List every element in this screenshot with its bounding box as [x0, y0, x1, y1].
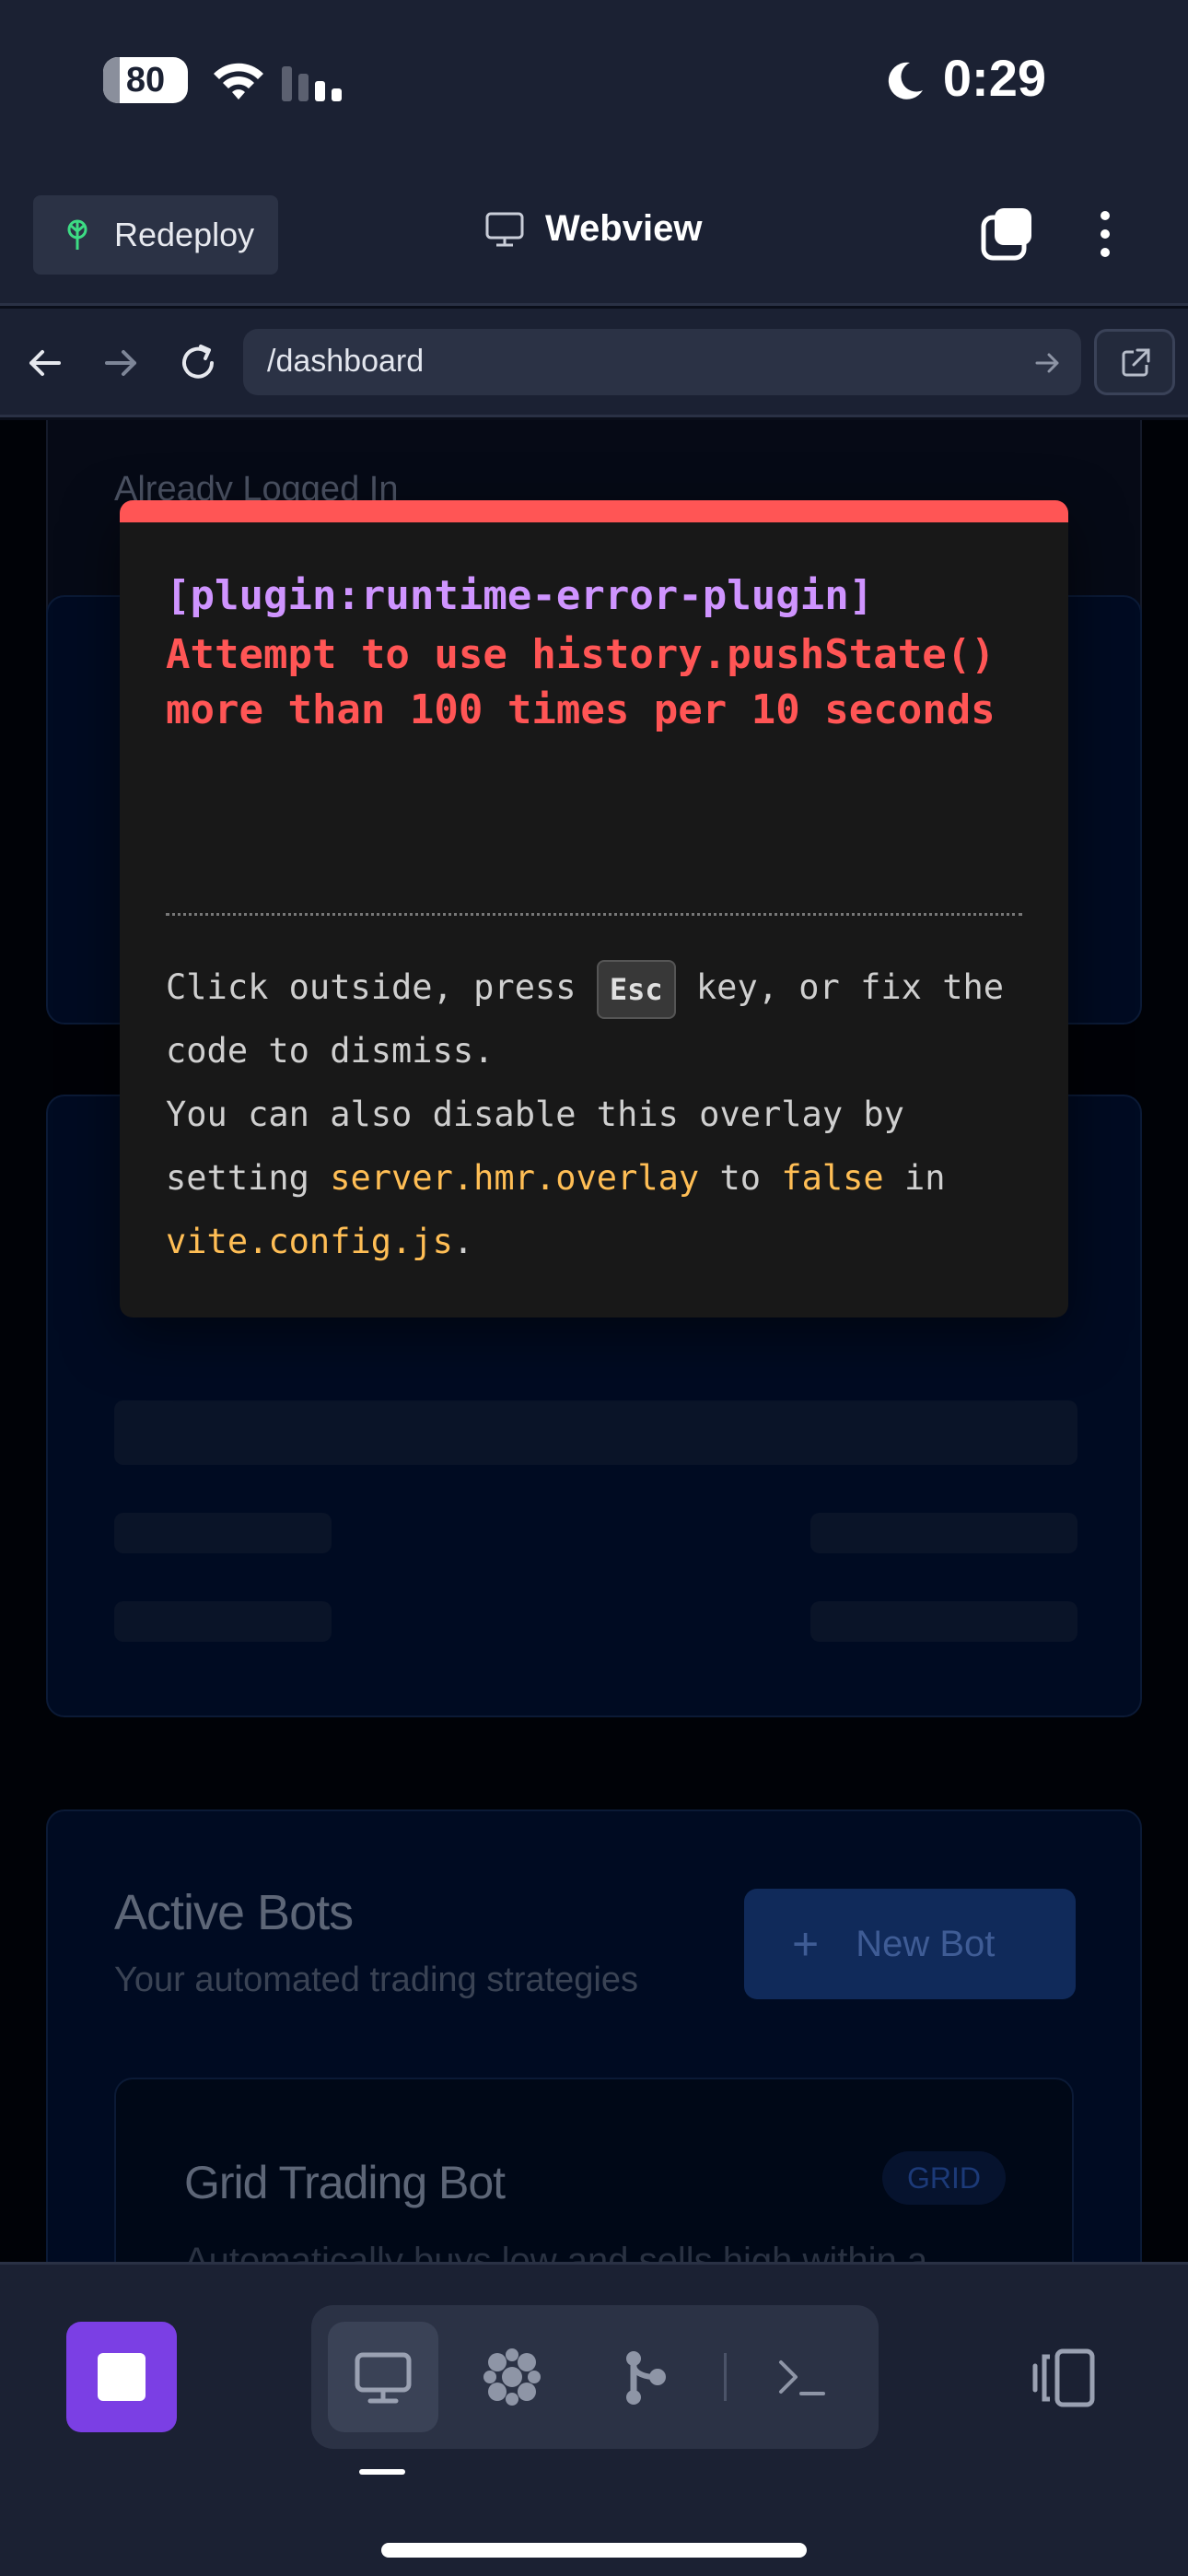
bot-name: Grid Trading Bot [184, 2157, 506, 2208]
tool-switcher [311, 2305, 879, 2449]
bottom-toolbar [0, 2262, 1188, 2576]
error-divider [166, 913, 1022, 916]
monitor-icon [355, 2352, 412, 2404]
url-input[interactable]: /dashboard [243, 329, 1081, 395]
active-bots-subtitle: Your automated trading strategies [114, 1961, 638, 1999]
redeploy-label: Redeploy [114, 216, 255, 253]
tip-file: vite.config.js [166, 1222, 453, 1261]
page-title-text: Webview [545, 208, 703, 249]
esc-key: Esc [596, 959, 676, 1019]
new-bot-button[interactable]: + New Bot [744, 1889, 1076, 1999]
skeleton-bar [810, 1513, 1077, 1553]
url-bar: /dashboard [0, 309, 1188, 417]
puzzle-pieces-icon [483, 2348, 541, 2406]
error-tip: Click outside, press Esc key, or fix the… [166, 955, 1031, 1273]
open-external-button[interactable] [1094, 329, 1175, 395]
tip-value: false [781, 1158, 884, 1198]
vite-error-overlay[interactable]: [plugin:runtime-error-plugin] Attempt to… [120, 500, 1068, 1317]
toolbar-divider [724, 2353, 727, 2401]
skeleton-bar [114, 1601, 332, 1642]
go-arrow-icon[interactable] [1033, 349, 1061, 377]
cellular-signal-icon [282, 61, 346, 101]
stop-button[interactable] [66, 2322, 177, 2432]
redeploy-button[interactable]: Redeploy [33, 195, 278, 275]
wifi-icon [214, 63, 263, 100]
reload-icon[interactable] [177, 342, 219, 384]
url-text: /dashboard [267, 344, 425, 379]
do-not-disturb-moon-icon [888, 62, 923, 100]
stop-icon [98, 2353, 146, 2401]
external-link-icon [1122, 348, 1150, 377]
tabs-icon[interactable] [980, 206, 1035, 262]
status-bar: 80 0:29 [0, 0, 1188, 175]
error-plugin-name: [plugin:runtime-error-plugin] [166, 572, 874, 619]
forward-arrow-icon[interactable] [99, 342, 142, 384]
tab-extensions[interactable] [457, 2322, 567, 2432]
skeleton-bar [810, 1601, 1077, 1642]
tip-to: to [719, 1158, 762, 1198]
tab-webview[interactable] [328, 2322, 438, 2432]
tip-setting: server.hmr.overlay [330, 1158, 700, 1198]
deploy-tree-icon [67, 219, 87, 250]
error-message: Attempt to use history.pushState() more … [166, 631, 996, 733]
terminal-icon [779, 2360, 825, 2395]
git-branch-icon [626, 2351, 666, 2405]
active-tab-indicator [359, 2469, 405, 2475]
new-bot-label: New Bot [856, 1923, 996, 1964]
monitor-icon [485, 212, 524, 246]
page-title: Webview [484, 208, 702, 250]
tip-end: . [452, 1222, 474, 1261]
more-options-icon[interactable] [1087, 206, 1124, 262]
active-bots-title: Active Bots [114, 1885, 354, 1940]
skeleton-bar [114, 1400, 1077, 1465]
back-arrow-icon[interactable] [24, 342, 66, 384]
home-indicator[interactable] [381, 2543, 807, 2558]
battery-indicator: 80 [103, 57, 188, 103]
tip-prefix: Click outside, press [166, 967, 577, 1007]
skeleton-bar [114, 1513, 332, 1553]
tab-terminal[interactable] [746, 2322, 856, 2432]
status-time: 0:29 [942, 49, 1046, 107]
app-bar: Redeploy Webview [0, 175, 1188, 306]
tab-git[interactable] [589, 2322, 700, 2432]
bot-type-badge: GRID [882, 2151, 1006, 2205]
split-panel-icon[interactable] [1030, 2346, 1100, 2410]
plus-icon: + [792, 1918, 820, 1970]
tip-in: in [903, 1158, 946, 1198]
battery-level: 80 [125, 61, 166, 100]
